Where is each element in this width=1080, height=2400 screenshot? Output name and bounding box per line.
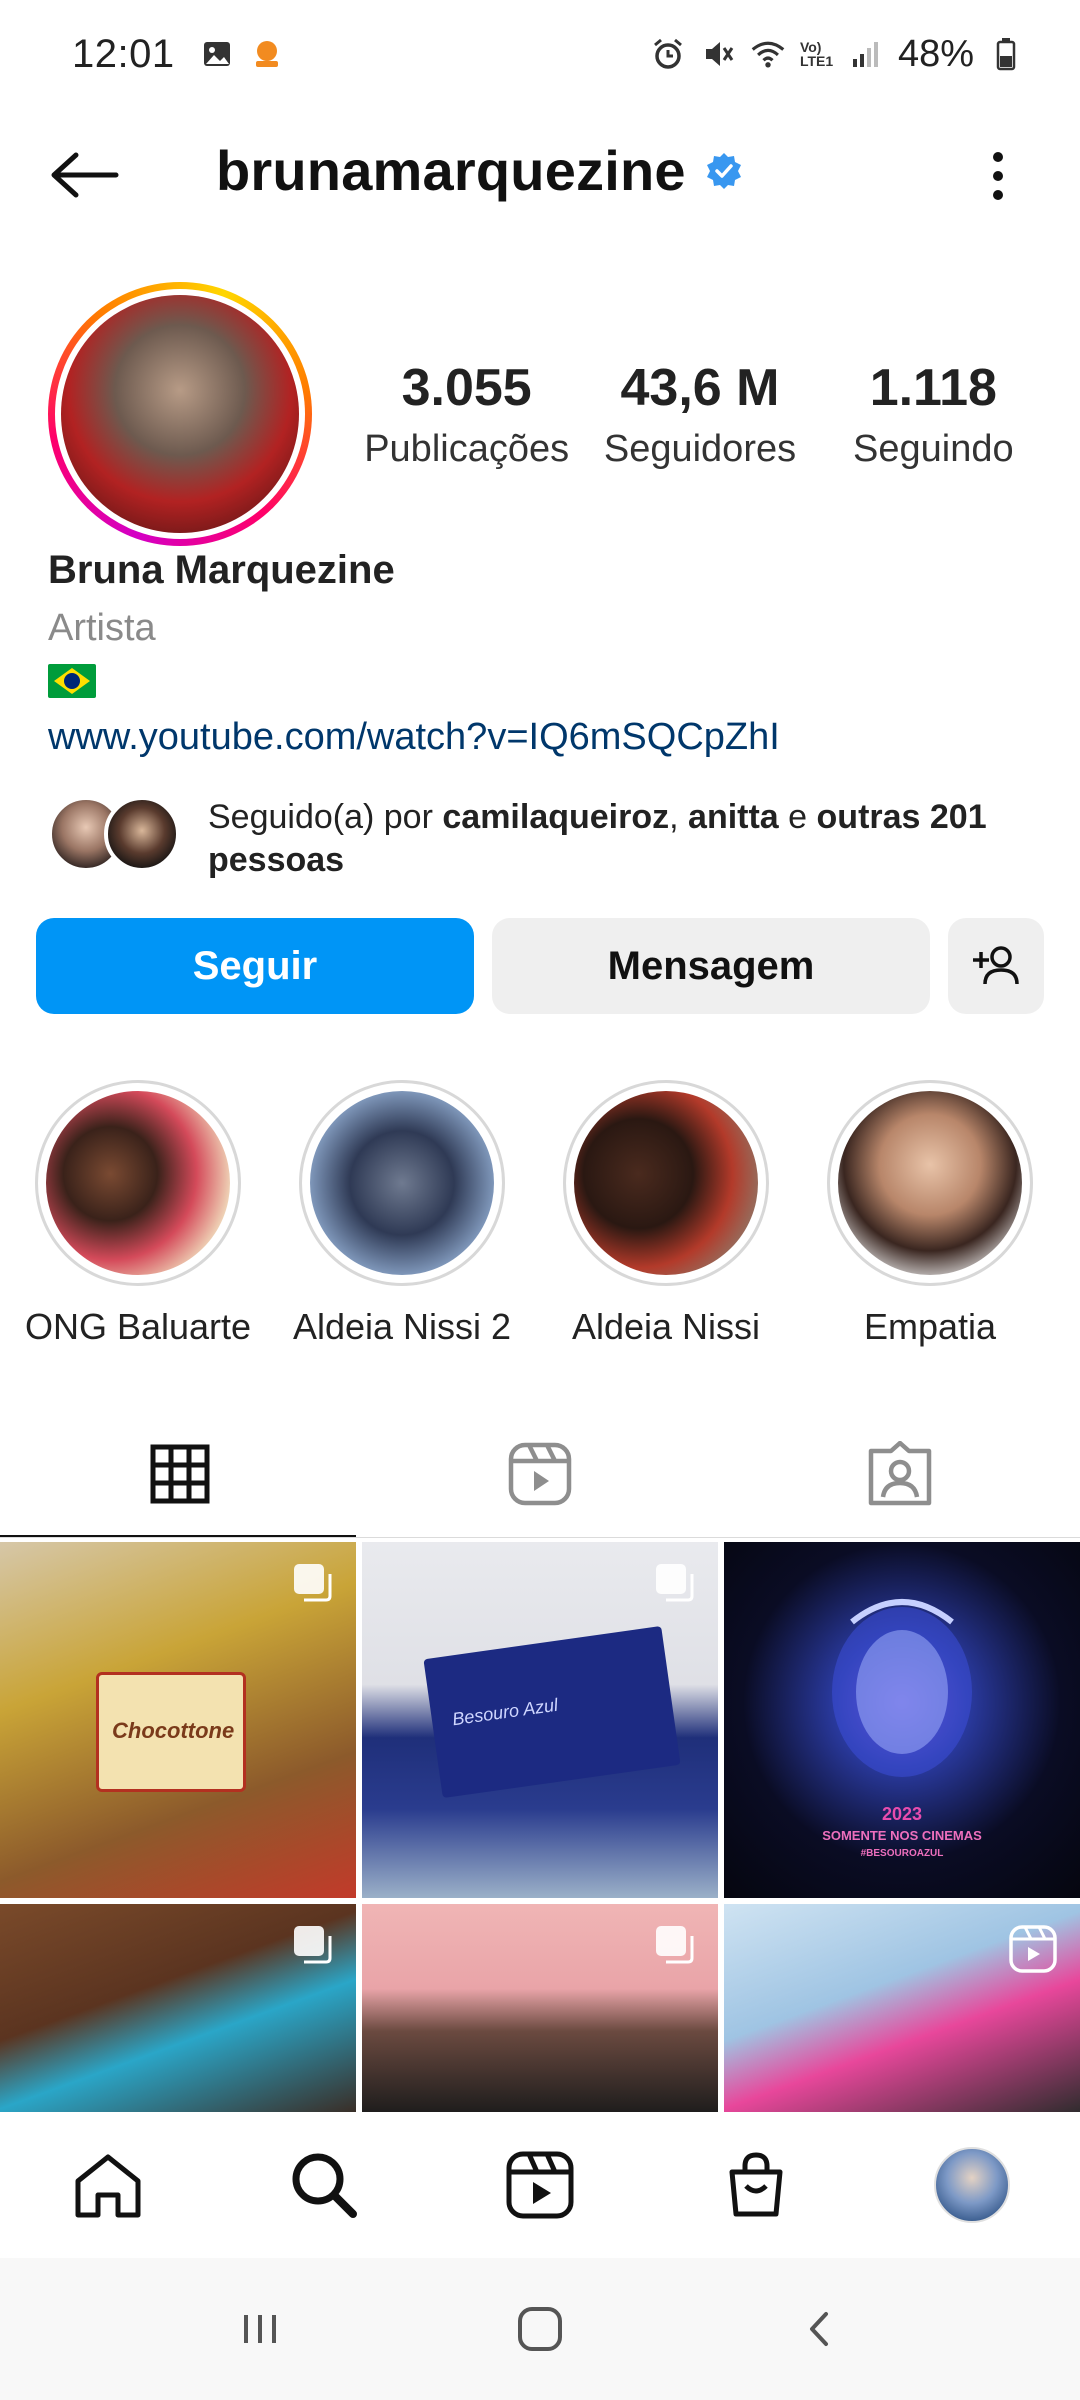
- post-thumbnail[interactable]: [0, 1904, 356, 2112]
- posts-stat[interactable]: 3.055 Publicações: [350, 358, 583, 471]
- mutual-follower-avatar: [104, 796, 180, 872]
- tab-posts-grid[interactable]: [0, 1410, 360, 1538]
- home-circle-icon: [518, 2307, 562, 2351]
- highlight-label: Aldeia Nissi: [571, 1306, 761, 1347]
- system-navigation-bar: [0, 2258, 1080, 2400]
- highlight-aldeia-nissi-2[interactable]: Aldeia Nissi 2: [272, 1080, 532, 1348]
- nav-profile[interactable]: [912, 2125, 1032, 2245]
- post-thumbnail[interactable]: [724, 1904, 1080, 2112]
- brazil-flag-icon: [48, 664, 96, 698]
- recent-apps-icon: [244, 2315, 276, 2343]
- message-button[interactable]: Mensagem: [492, 918, 930, 1014]
- profile-content-tabs: [0, 1410, 1080, 1538]
- profile-category: Artista: [48, 607, 156, 649]
- app-notification-icon: [249, 36, 285, 72]
- reel-badge-icon: [1009, 1925, 1057, 1973]
- profile-username: brunamarquezine: [216, 139, 686, 202]
- suggested-users-button[interactable]: [948, 918, 1044, 1014]
- highlight-ong-baluarte[interactable]: ONG Baluarte: [8, 1080, 268, 1348]
- status-bar: 12:01 Vo) LTE1 48%: [0, 0, 1080, 108]
- battery-percent: 48%: [897, 32, 974, 75]
- system-back-button[interactable]: [770, 2279, 870, 2379]
- profile-stats: 3.055 Publicações 43,6 M Seguidores 1.11…: [350, 358, 1050, 471]
- post-thumbnail[interactable]: [362, 1904, 718, 2112]
- followed-by-row[interactable]: Seguido(a) por camilaqueiroz, anitta e o…: [48, 796, 1048, 882]
- highlight-label: Empatia: [863, 1306, 997, 1347]
- highlight-aldeia-nissi[interactable]: Aldeia Nissi: [536, 1080, 796, 1348]
- followers-stat[interactable]: 43,6 M Seguidores: [583, 358, 816, 471]
- my-profile-avatar: [934, 2147, 1010, 2223]
- more-options-button[interactable]: [968, 146, 1028, 206]
- grid-icon: [150, 1444, 210, 1504]
- following-label: Seguindo: [853, 428, 1014, 470]
- network-type-label: Vo) LTE1: [799, 39, 834, 69]
- followed-by-text: Seguido(a) por camilaqueiroz, anitta e o…: [208, 798, 987, 879]
- tab-reels[interactable]: [360, 1410, 720, 1538]
- battery-icon: [988, 36, 1024, 72]
- follow-button[interactable]: Seguir: [36, 918, 474, 1014]
- carousel-icon: [294, 1926, 332, 1964]
- following-count: 1.118: [869, 359, 997, 417]
- story-highlights: ONG Baluarte Aldeia Nissi 2 Aldeia Nissi…: [0, 1080, 1080, 1350]
- highlight-label: ONG Baluarte: [24, 1306, 252, 1347]
- mute-icon: [700, 36, 736, 72]
- reels-icon: [508, 1442, 572, 1506]
- back-arrow-icon: [51, 152, 119, 198]
- nav-search[interactable]: [264, 2125, 384, 2245]
- back-button[interactable]: [44, 140, 124, 210]
- kebab-menu-icon: [993, 152, 1003, 200]
- verified-badge-icon: [706, 152, 741, 189]
- profile-bio: Bruna Marquezine Artista www.youtube.com…: [48, 548, 1048, 759]
- home-button[interactable]: [490, 2279, 590, 2379]
- post-thumbnail[interactable]: Chocottone: [0, 1542, 356, 1898]
- tab-tagged[interactable]: [720, 1410, 1080, 1538]
- search-icon: [292, 2153, 357, 2218]
- add-user-icon: [973, 946, 1019, 985]
- posts-count: 3.055: [401, 359, 532, 417]
- post-thumbnail[interactable]: 2023 SOMENTE NOS CINEMAS #BESOUROAZUL: [724, 1542, 1080, 1898]
- carousel-icon: [656, 1564, 694, 1602]
- carousel-icon: [656, 1926, 694, 1964]
- following-stat[interactable]: 1.118 Seguindo: [817, 358, 1050, 471]
- wifi-icon: [750, 36, 786, 72]
- posts-grid: Chocottone Besouro Azul 2023 SOMENTE NOS…: [0, 1542, 1080, 2112]
- profile-full-name: Bruna Marquezine: [48, 548, 395, 592]
- profile-avatar-story-ring[interactable]: [48, 282, 312, 546]
- recent-apps-button[interactable]: [210, 2279, 310, 2379]
- nav-home[interactable]: [48, 2125, 168, 2245]
- alarm-icon: [650, 36, 686, 72]
- posts-label: Publicações: [364, 428, 570, 470]
- tagged-person-icon: [868, 1441, 932, 1506]
- home-icon: [75, 2154, 141, 2218]
- chevron-left-icon: [810, 2312, 828, 2346]
- followers-label: Seguidores: [603, 428, 797, 470]
- signal-icon: [848, 36, 884, 72]
- nav-reels[interactable]: [480, 2125, 600, 2245]
- highlight-empatia[interactable]: Empatia: [800, 1080, 1060, 1348]
- profile-actions: Seguir Mensagem: [36, 918, 1044, 1014]
- reels-icon: [506, 2151, 574, 2219]
- bottom-navigation: [0, 2112, 1080, 2258]
- highlight-label: Aldeia Nissi 2: [292, 1306, 512, 1347]
- profile-avatar: [61, 295, 299, 533]
- followers-count: 43,6 M: [620, 359, 780, 417]
- shopping-bag-icon: [729, 2152, 783, 2217]
- carousel-icon: [294, 1564, 332, 1602]
- gallery-icon: [199, 36, 235, 72]
- bio-link[interactable]: www.youtube.com/watch?v=IQ6mSQCpZhI: [48, 716, 1048, 759]
- nav-shop[interactable]: [696, 2125, 816, 2245]
- post-thumbnail[interactable]: Besouro Azul: [362, 1542, 718, 1898]
- status-time: 12:01: [72, 31, 175, 76]
- profile-header: brunamarquezine: [0, 120, 1080, 230]
